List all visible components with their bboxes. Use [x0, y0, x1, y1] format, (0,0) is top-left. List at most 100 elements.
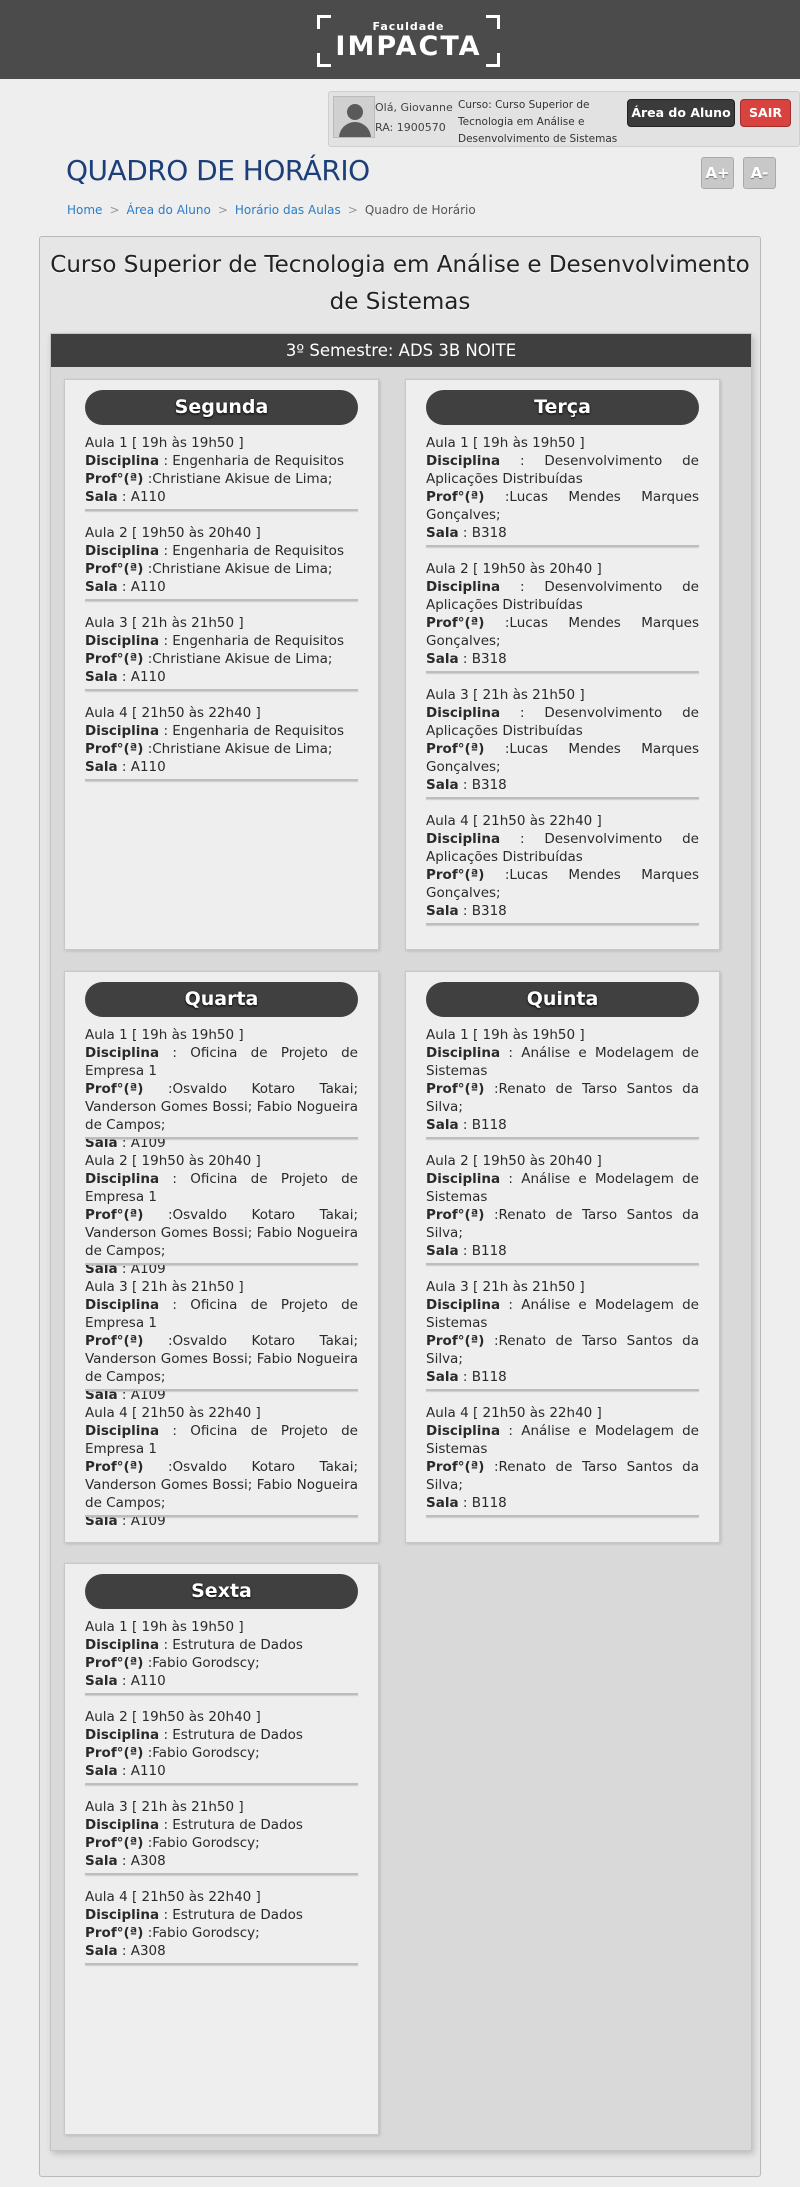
aula-professor: Prof°(ª) :Fabio Gorodscy; [85, 1744, 358, 1762]
disciplina-label: Disciplina [426, 831, 501, 847]
disciplina-label: Disciplina [85, 1171, 160, 1187]
prof-label: Prof°(ª) [85, 561, 144, 577]
prof-label: Prof°(ª) [85, 1925, 144, 1941]
user-name: Olá, Giovanne [375, 101, 453, 114]
aula-disciplina: Disciplina : Desenvolvimento de Aplicaçõ… [426, 830, 699, 866]
sala-value: : A110 [121, 759, 166, 775]
aula-disciplina: Disciplina : Análise e Modelagem de Sist… [426, 1044, 699, 1080]
font-decrease-button[interactable]: A- [743, 157, 776, 189]
day-name: Terça [426, 390, 699, 425]
sala-value: : B118 [462, 1369, 507, 1385]
aula-disciplina: Disciplina : Desenvolvimento de Aplicaçõ… [426, 704, 699, 740]
prof-value: :Christiane Akisue de Lima; [147, 471, 333, 487]
breadcrumb-area-aluno[interactable]: Área do Aluno [127, 203, 211, 217]
aula-sala: Sala : A110 [85, 488, 358, 506]
aula-professor: Prof°(ª) :Lucas Mendes Marques Gonçalves… [426, 740, 699, 776]
aula-sala: Sala : B318 [426, 650, 699, 668]
prof-label: Prof°(ª) [426, 1333, 485, 1349]
aula-sala: Sala : B318 [426, 902, 699, 920]
aula-title: Aula 1 [ 19h às 19h50 ] [426, 1027, 585, 1043]
day-card-3: Quinta Aula 1 [ 19h às 19h50 ] Disciplina … [405, 971, 720, 1543]
prof-value: :Christiane Akisue de Lima; [147, 741, 333, 757]
font-increase-button[interactable]: A+ [701, 157, 734, 189]
prof-label: Prof°(ª) [426, 489, 485, 505]
prof-label: Prof°(ª) [85, 1655, 144, 1671]
aula-divider [426, 1137, 699, 1139]
prof-label: Prof°(ª) [85, 1333, 144, 1349]
disciplina-label: Disciplina [85, 1045, 160, 1061]
disciplina-value: : Estrutura de Dados [163, 1637, 303, 1653]
day-name: Quinta [426, 982, 699, 1017]
sala-label: Sala [426, 1243, 459, 1259]
aula-sala: Sala : B118 [426, 1368, 699, 1386]
aula-disciplina: Disciplina : Oficina de Projeto de Empre… [85, 1422, 358, 1458]
user-info-box: Olá, Giovanne RA: 1900570 Curso: Curso S… [328, 91, 800, 147]
aula-title: Aula 4 [ 21h50 às 22h40 ] [85, 705, 261, 721]
user-ra: RA: 1900570 [375, 121, 446, 134]
aula-disciplina: Disciplina : Engenharia de Requisitos [85, 452, 358, 470]
aula-sala: Sala : B318 [426, 776, 699, 794]
aula-item: Aula 3 [ 21h às 21h50 ] Disciplina : Estr… [85, 1798, 358, 1875]
aula-item: Aula 3 [ 21h às 21h50 ] Disciplina : Enge… [85, 614, 358, 691]
aula-item: Aula 4 [ 21h50 às 22h40 ] Disciplina : Of… [85, 1404, 358, 1530]
logout-button[interactable]: SAIR [740, 99, 791, 127]
breadcrumb-horario-aulas[interactable]: Horário das Aulas [235, 203, 341, 217]
aula-divider [426, 923, 699, 925]
aula-title: Aula 4 [ 21h50 às 22h40 ] [85, 1889, 261, 1905]
sala-label: Sala [426, 777, 459, 793]
logo-big-text: IMPACTA [335, 31, 482, 62]
day-card-1: Terça Aula 1 [ 19h às 19h50 ] Disciplina :… [405, 379, 720, 950]
disciplina-label: Disciplina [426, 1045, 501, 1061]
aula-title: Aula 3 [ 21h às 21h50 ] [426, 1279, 585, 1295]
aula-disciplina: Disciplina : Engenharia de Requisitos [85, 632, 358, 650]
aula-divider [85, 509, 358, 511]
aula-professor: Prof°(ª) :Renato de Tarso Santos da Silv… [426, 1332, 699, 1368]
aula-sala: Sala : A308 [85, 1942, 358, 1960]
disciplina-label: Disciplina [85, 633, 160, 649]
aula-divider [85, 689, 358, 691]
aula-professor: Prof°(ª) :Christiane Akisue de Lima; [85, 650, 358, 668]
aula-title: Aula 2 [ 19h50 às 20h40 ] [85, 525, 261, 541]
aula-professor: Prof°(ª) :Christiane Akisue de Lima; [85, 740, 358, 758]
aula-sala: Sala : A110 [85, 758, 358, 776]
sala-value: : A110 [121, 1763, 166, 1779]
aula-professor: Prof°(ª) :Christiane Akisue de Lima; [85, 470, 358, 488]
prof-value: :Christiane Akisue de Lima; [147, 651, 333, 667]
area-do-aluno-button[interactable]: Área do Aluno [627, 99, 735, 127]
aula-title: Aula 2 [ 19h50 às 20h40 ] [85, 1153, 261, 1169]
schedule-panel: Curso Superior de Tecnologia em Análise … [39, 236, 761, 2177]
disciplina-value: : Engenharia de Requisitos [163, 453, 344, 469]
aula-disciplina: Disciplina : Estrutura de Dados [85, 1816, 358, 1834]
prof-label: Prof°(ª) [85, 471, 144, 487]
disciplina-label: Disciplina [85, 1297, 160, 1313]
aula-title: Aula 3 [ 21h às 21h50 ] [85, 615, 244, 631]
user-greeting: Olá, Giovanne RA: 1900570 [375, 98, 453, 138]
aula-professor: Prof°(ª) :Fabio Gorodscy; [85, 1924, 358, 1942]
aula-professor: Prof°(ª) :Lucas Mendes Marques Gonçalves… [426, 866, 699, 902]
sala-value: : A110 [121, 489, 166, 505]
aula-item: Aula 4 [ 21h50 às 22h40 ] Disciplina : En… [85, 704, 358, 781]
aula-item: Aula 2 [ 19h50 às 20h40 ] Disciplina : Of… [85, 1152, 358, 1278]
impacta-logo[interactable]: Faculdade IMPACTA [317, 15, 500, 67]
disciplina-value: : Estrutura de Dados [163, 1817, 303, 1833]
prof-label: Prof°(ª) [426, 1081, 485, 1097]
aula-disciplina: Disciplina : Estrutura de Dados [85, 1906, 358, 1924]
aula-professor: Prof°(ª) :Fabio Gorodscy; [85, 1654, 358, 1672]
aula-item: Aula 4 [ 21h50 às 22h40 ] Disciplina : De… [426, 812, 699, 925]
aula-divider [85, 1515, 358, 1517]
aula-divider [426, 1263, 699, 1265]
sala-label: Sala [85, 1853, 118, 1869]
breadcrumb-home[interactable]: Home [67, 203, 102, 217]
top-header: Faculdade IMPACTA [0, 0, 800, 79]
aula-item: Aula 1 [ 19h às 19h50 ] Disciplina : Ofic… [85, 1026, 358, 1152]
disciplina-label: Disciplina [426, 705, 501, 721]
aula-item: Aula 1 [ 19h às 19h50 ] Disciplina : Enge… [85, 434, 358, 511]
prof-value: :Fabio Gorodscy; [147, 1835, 260, 1851]
aula-item: Aula 3 [ 21h às 21h50 ] Disciplina : Ofic… [85, 1278, 358, 1404]
sala-value: : A110 [121, 579, 166, 595]
aula-professor: Prof°(ª) :Lucas Mendes Marques Gonçalves… [426, 488, 699, 524]
aula-item: Aula 2 [ 19h50 às 20h40 ] Disciplina : Es… [85, 1708, 358, 1785]
sala-label: Sala [426, 651, 459, 667]
sala-value: : A308 [121, 1943, 166, 1959]
disciplina-value: : Engenharia de Requisitos [163, 543, 344, 559]
